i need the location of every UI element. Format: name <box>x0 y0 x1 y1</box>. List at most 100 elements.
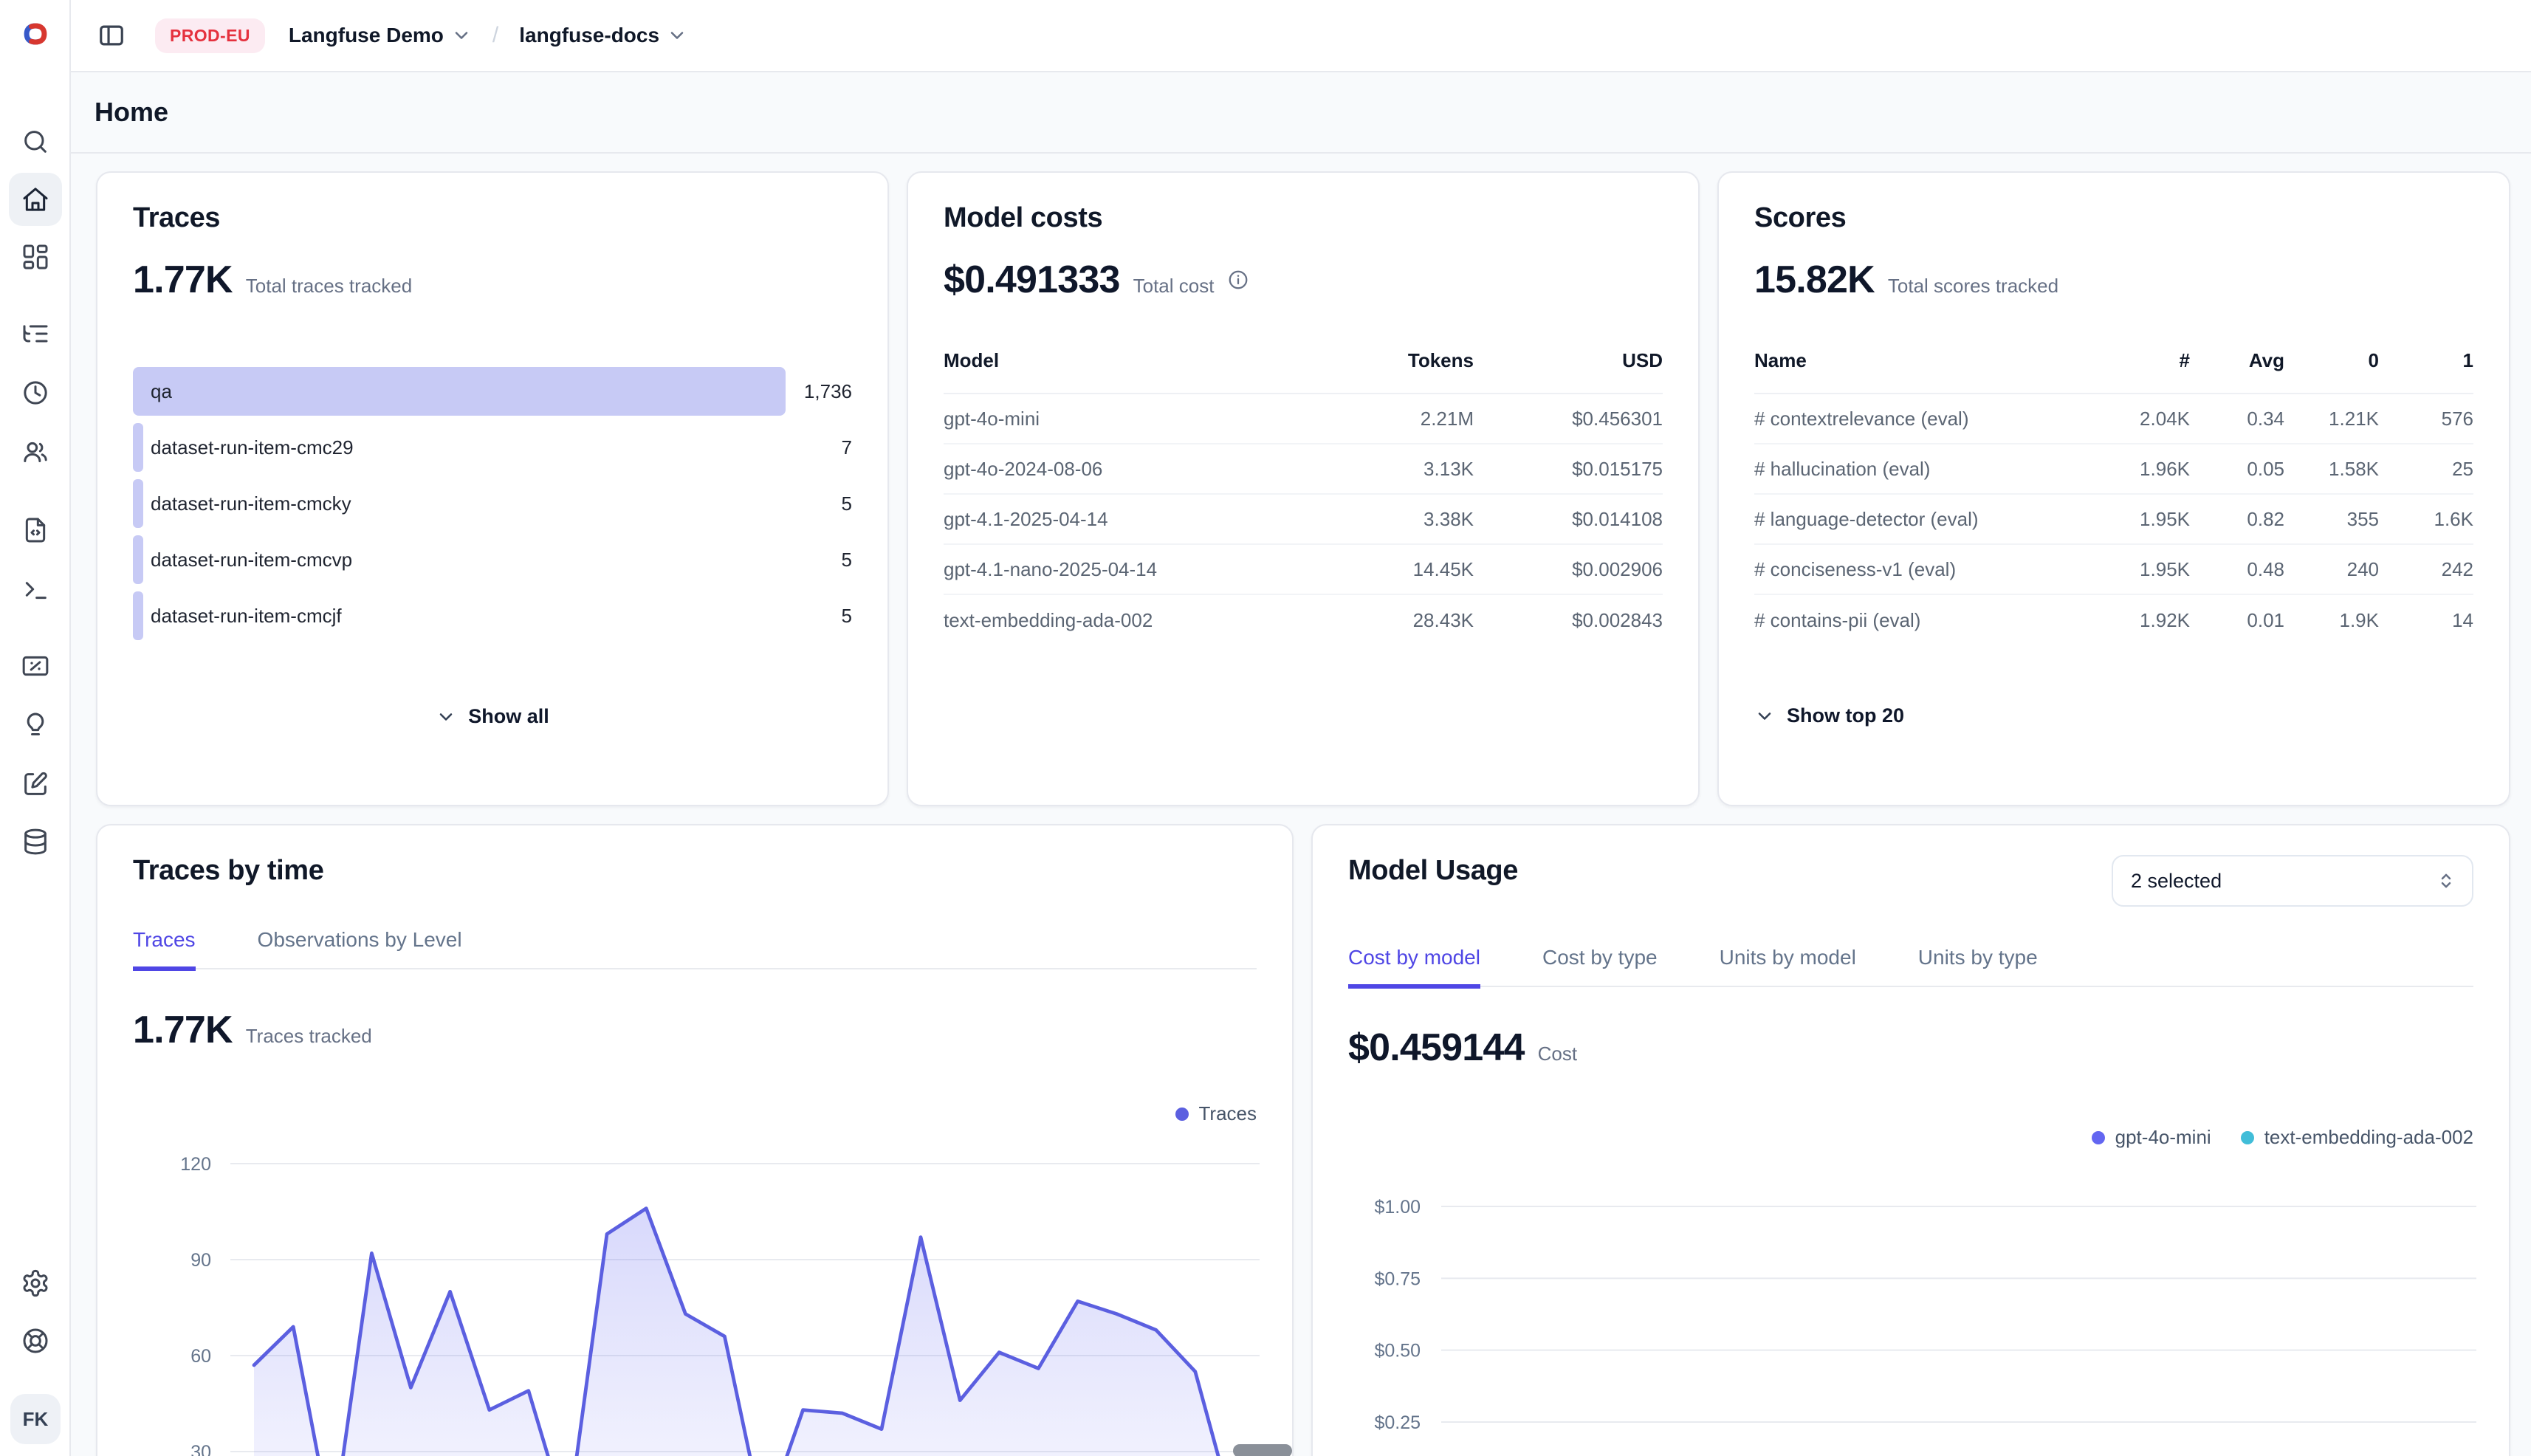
users-icon <box>21 437 50 467</box>
gear-icon <box>21 1268 50 1298</box>
card-title: Traces <box>133 202 852 234</box>
sidebar-item-annotation[interactable] <box>12 760 59 808</box>
bar-value: 5 <box>842 479 852 528</box>
dashboard-grid-icon <box>21 242 50 272</box>
table-row: gpt-4.1-2025-04-143.38K$0.014108 <box>944 495 1663 545</box>
legend-item: Traces <box>1175 1102 1257 1125</box>
svg-text:$0.25: $0.25 <box>1374 1412 1421 1433</box>
sidebar-item-insights[interactable] <box>12 701 59 749</box>
table-cell: # conciseness-v1 (eval) <box>1754 558 2095 581</box>
table-cell: $0.015175 <box>1474 458 1663 481</box>
sidebar: FK <box>0 0 71 1456</box>
svg-text:$0.75: $0.75 <box>1374 1268 1421 1289</box>
model-costs-table: ModelTokensUSDgpt-4o-mini2.21M$0.456301g… <box>944 349 1663 645</box>
chart-legend: Traces <box>133 1102 1257 1125</box>
org-switcher[interactable]: Langfuse Demo <box>289 24 444 47</box>
column-header: 1 <box>2379 349 2473 372</box>
table-row: # contains-pii (eval)1.92K0.011.9K14 <box>1754 595 2473 645</box>
usage-line-chart: $1.00 $0.75 $0.50 $0.25 <box>1348 1183 2476 1456</box>
table-cell: 3.38K <box>1308 508 1474 531</box>
model-select[interactable]: 2 selected <box>2112 855 2473 907</box>
bar-label: dataset-run-item-cmcky <box>151 479 351 528</box>
table-row: # conciseness-v1 (eval)1.95K0.48240242 <box>1754 545 2473 595</box>
trace-bar-row: dataset-run-item-cmcvp5 <box>133 535 852 584</box>
table-cell: 240 <box>2284 558 2379 581</box>
sidebar-item-datasets[interactable] <box>12 818 59 865</box>
chart-legend: gpt-4o-minitext-embedding-ada-002 <box>1348 1126 2473 1149</box>
traces-total: 1.77K <box>133 258 233 302</box>
table-row: gpt-4o-2024-08-063.13K$0.015175 <box>944 444 1663 495</box>
tab-traces[interactable]: Traces <box>133 928 196 968</box>
card-title: Scores <box>1754 202 2473 234</box>
table-cell: 0.34 <box>2190 408 2284 430</box>
bar <box>133 367 786 416</box>
show-top-20-button[interactable]: Show top 20 <box>1754 704 1904 727</box>
project-switcher[interactable]: langfuse-docs <box>519 24 659 47</box>
svg-text:90: 90 <box>190 1250 211 1271</box>
tab-cost-by-type[interactable]: Cost by type <box>1542 946 1658 986</box>
top-bar: PROD-EU Langfuse Demo / langfuse-docs <box>71 0 2531 72</box>
usage-cost: $0.459144 <box>1348 1026 1525 1070</box>
sidebar-item-playground[interactable] <box>12 566 59 613</box>
column-header: 0 <box>2284 349 2379 372</box>
tab-cost-by-model[interactable]: Cost by model <box>1348 946 1480 986</box>
table-cell: $0.456301 <box>1474 408 1663 430</box>
table-cell: 1.96K <box>2095 458 2190 481</box>
traces-area-chart: 306090120 <box>133 1139 1260 1456</box>
sidebar-item-search[interactable] <box>12 118 59 165</box>
svg-text:30: 30 <box>190 1442 211 1456</box>
table-cell: $0.014108 <box>1474 508 1663 531</box>
card-title: Model costs <box>944 202 1663 234</box>
table-cell: # contains-pii (eval) <box>1754 609 2095 632</box>
sidebar-item-support[interactable] <box>12 1317 59 1364</box>
tab-units-by-type[interactable]: Units by type <box>1918 946 2038 986</box>
table-cell: 2.21M <box>1308 408 1474 430</box>
sidebar-item-dashboards[interactable] <box>12 233 59 281</box>
page-header: Home <box>71 72 2531 154</box>
langfuse-logo-icon[interactable] <box>16 15 55 53</box>
table-cell: 14 <box>2379 609 2473 632</box>
tab-units-by-model[interactable]: Units by model <box>1720 946 1856 986</box>
tab-observations-by-level[interactable]: Observations by Level <box>258 928 462 968</box>
sidebar-item-settings[interactable] <box>12 1260 59 1307</box>
horizontal-scrollbar[interactable] <box>1233 1444 1292 1456</box>
svg-text:$0.50: $0.50 <box>1374 1341 1421 1361</box>
legend-dot-icon <box>1175 1108 1189 1121</box>
app-root: FK PROD-EU Langfuse Demo / langfuse-docs… <box>0 0 2531 1456</box>
info-icon[interactable] <box>1227 269 1249 291</box>
model-costs-card: Model costs $0.491333 Total cost ModelTo… <box>907 171 1700 806</box>
search-icon <box>21 127 50 157</box>
table-cell: 14.45K <box>1308 558 1474 581</box>
sidebar-item-home[interactable] <box>9 173 62 226</box>
legend-dot-icon <box>2241 1131 2254 1144</box>
show-all-button[interactable]: Show all <box>436 705 549 728</box>
legend-item: gpt-4o-mini <box>2092 1126 2211 1149</box>
card-title: Traces by time <box>133 855 1257 887</box>
sidebar-item-sessions[interactable] <box>12 369 59 416</box>
chevron-down-icon[interactable] <box>451 25 472 46</box>
svg-text:$1.00: $1.00 <box>1374 1197 1421 1218</box>
table-cell: 0.82 <box>2190 508 2284 531</box>
avatar[interactable]: FK <box>10 1394 61 1444</box>
table-cell: $0.002843 <box>1474 609 1663 632</box>
chevron-down-icon[interactable] <box>667 25 687 46</box>
table-cell: 0.48 <box>2190 558 2284 581</box>
sidebar-item-evaluation[interactable] <box>12 642 59 690</box>
sidebar-toggle-icon[interactable] <box>97 21 126 49</box>
table-row: # language-detector (eval)1.95K0.823551.… <box>1754 495 2473 545</box>
table-cell: 1.21K <box>2284 408 2379 430</box>
table-cell: 1.9K <box>2284 609 2379 632</box>
table-row: # hallucination (eval)1.96K0.051.58K25 <box>1754 444 2473 495</box>
traces-tracked: 1.77K <box>133 1008 233 1052</box>
table-header: ModelTokensUSD <box>944 349 1663 394</box>
sidebar-item-tracing[interactable] <box>12 310 59 357</box>
bar-label: qa <box>151 367 172 416</box>
table-cell: gpt-4.1-2025-04-14 <box>944 508 1308 531</box>
sidebar-item-prompts[interactable] <box>12 506 59 554</box>
bar <box>133 479 143 528</box>
page-title: Home <box>95 97 168 128</box>
traces-by-time-tabs: Traces Observations by Level <box>133 928 1257 969</box>
bar-label: dataset-run-item-cmcvp <box>151 535 352 584</box>
bar-value: 7 <box>842 423 852 472</box>
sidebar-item-users[interactable] <box>12 428 59 475</box>
